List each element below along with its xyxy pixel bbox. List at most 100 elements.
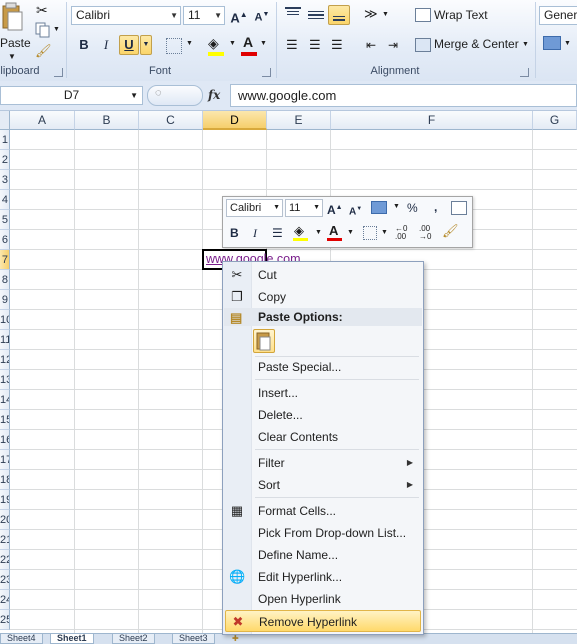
wrap-text-icon[interactable] — [415, 8, 431, 22]
accounting-format-icon[interactable] — [371, 201, 387, 214]
merge-center-icon[interactable] — [415, 38, 431, 52]
borders-icon[interactable] — [363, 226, 377, 240]
menu-item-copy[interactable]: ❐ Copy — [225, 286, 421, 308]
row-header[interactable]: 4 — [0, 190, 10, 210]
menu-item-filter[interactable]: Filter ▶ — [225, 452, 421, 474]
shrink-font-icon[interactable]: A▼ — [349, 200, 362, 218]
row-header[interactable]: 12 — [0, 350, 10, 370]
row-header[interactable]: 20 — [0, 510, 10, 530]
font-color-icon[interactable]: A — [243, 34, 253, 50]
copy-dropdown-icon[interactable]: ▼ — [53, 26, 60, 33]
column-header-g[interactable]: G — [533, 111, 577, 130]
fill-color-icon[interactable]: ◈ — [208, 35, 219, 52]
middle-align-icon[interactable] — [308, 9, 324, 21]
merge-center-button[interactable]: Merge & Center — [434, 37, 519, 51]
fill-color-dropdown-icon[interactable]: ▼ — [229, 40, 236, 47]
grow-font-icon[interactable]: A▲ — [327, 199, 343, 217]
font-color-dropdown-icon[interactable]: ▼ — [347, 229, 354, 236]
row-header[interactable]: 9 — [0, 290, 10, 310]
format-painter-icon[interactable]: 🖌 — [442, 223, 459, 239]
top-align-icon[interactable] — [285, 7, 301, 21]
paste-icon[interactable] — [2, 2, 24, 32]
accounting-dropdown-icon[interactable]: ▼ — [393, 203, 400, 210]
menu-item-edit-hyperlink[interactable]: 🌐 Edit Hyperlink... — [225, 566, 421, 588]
menu-item-format-cells[interactable]: ▦ Format Cells... — [225, 500, 421, 522]
format-painter-icon[interactable]: 🖌 — [35, 43, 52, 59]
mini-font-size-combo[interactable]: 11 ▼ — [285, 199, 323, 217]
clipboard-dialog-launcher[interactable] — [54, 68, 63, 77]
row-header[interactable]: 7 — [0, 250, 10, 270]
bottom-align-icon[interactable] — [328, 5, 350, 25]
column-header-e[interactable]: E — [267, 111, 331, 130]
font-size-combo[interactable]: 11 ▼ — [183, 6, 225, 25]
align-center-icon[interactable]: ☰ — [309, 38, 321, 51]
underline-dropdown-icon[interactable]: ▼ — [140, 35, 152, 55]
accounting-dropdown-icon[interactable]: ▼ — [564, 40, 571, 47]
menu-item-pick-from-list[interactable]: Pick From Drop-down List... — [225, 522, 421, 544]
select-all-corner[interactable] — [0, 111, 10, 130]
number-format-combo[interactable]: General — [539, 6, 577, 25]
copy-icon[interactable] — [35, 22, 51, 38]
row-header[interactable]: 24 — [0, 590, 10, 610]
percent-style-button[interactable]: % — [407, 199, 418, 217]
formula-bar-resize-handle[interactable]: ◌ — [147, 85, 203, 106]
menu-item-clear-contents[interactable]: Clear Contents — [225, 426, 421, 448]
align-right-icon[interactable]: ☰ — [331, 38, 343, 51]
fill-color-dropdown-icon[interactable]: ▼ — [315, 229, 322, 236]
mini-center-icon[interactable]: ☰ — [272, 224, 283, 242]
row-header[interactable]: 2 — [0, 150, 10, 170]
row-header[interactable]: 5 — [0, 210, 10, 230]
row-header[interactable]: 22 — [0, 550, 10, 570]
row-header[interactable]: 16 — [0, 430, 10, 450]
row-header[interactable]: 21 — [0, 530, 10, 550]
row-header[interactable]: 11 — [0, 330, 10, 350]
mini-font-name-combo[interactable]: Calibri ▼ — [226, 199, 283, 217]
shrink-font-icon[interactable]: A▼ — [252, 5, 272, 25]
format-table-icon[interactable] — [451, 201, 467, 215]
increase-indent-icon[interactable]: ⇥ — [388, 38, 398, 52]
paste-option-button[interactable] — [253, 329, 275, 353]
row-header[interactable]: 3 — [0, 170, 10, 190]
fill-color-icon[interactable]: ◈ — [294, 223, 304, 239]
column-header-f[interactable]: F — [331, 111, 533, 130]
alignment-dialog-launcher[interactable] — [520, 68, 529, 77]
row-header[interactable]: 18 — [0, 470, 10, 490]
menu-item-sort[interactable]: Sort ▶ — [225, 474, 421, 496]
row-header[interactable]: 1 — [0, 130, 10, 150]
comma-style-button[interactable]: , — [434, 198, 437, 216]
font-name-combo[interactable]: Calibri ▼ — [71, 6, 181, 25]
underline-button[interactable]: U — [119, 35, 139, 55]
accounting-format-icon[interactable] — [543, 36, 561, 50]
column-header-d[interactable]: D — [203, 111, 267, 130]
orientation-dropdown-icon[interactable]: ▼ — [382, 11, 389, 18]
menu-item-define-name[interactable]: Define Name... — [225, 544, 421, 566]
column-header-c[interactable]: C — [139, 111, 203, 130]
paste-dropdown-icon[interactable]: ▼ — [8, 52, 16, 61]
row-header[interactable]: 10 — [0, 310, 10, 330]
orientation-icon[interactable]: ≫ — [364, 6, 378, 22]
grow-font-icon[interactable]: A▲ — [229, 5, 249, 25]
menu-item-open-hyperlink[interactable]: Open Hyperlink — [225, 588, 421, 610]
borders-icon[interactable] — [166, 38, 182, 54]
italic-button[interactable]: I — [96, 35, 116, 55]
formula-input[interactable]: www.google.com — [230, 84, 577, 107]
row-header[interactable]: 14 — [0, 390, 10, 410]
borders-dropdown-icon[interactable]: ▼ — [381, 229, 388, 236]
borders-dropdown-icon[interactable]: ▼ — [186, 40, 193, 47]
insert-function-button[interactable]: fx — [208, 86, 230, 105]
row-header[interactable]: 6 — [0, 230, 10, 250]
chevron-down-icon[interactable]: ▼ — [130, 87, 138, 104]
mini-bold-button[interactable]: B — [230, 224, 239, 242]
menu-item-insert[interactable]: Insert... — [225, 382, 421, 404]
menu-item-paste-special[interactable]: Paste Special... — [225, 356, 421, 378]
bold-button[interactable]: B — [74, 35, 94, 55]
decrease-decimal-icon[interactable]: .00 →0 — [419, 225, 431, 241]
cut-icon[interactable]: ✂ — [36, 2, 48, 19]
wrap-text-button[interactable]: Wrap Text — [434, 8, 488, 22]
menu-item-cut[interactable]: ✂ Cut — [225, 264, 421, 286]
paste-button-label[interactable]: Paste — [0, 36, 31, 50]
merge-dropdown-icon[interactable]: ▼ — [522, 41, 529, 48]
font-color-icon[interactable]: A — [329, 223, 338, 238]
row-header[interactable]: 8 — [0, 270, 10, 290]
column-header-a[interactable]: A — [10, 111, 75, 130]
